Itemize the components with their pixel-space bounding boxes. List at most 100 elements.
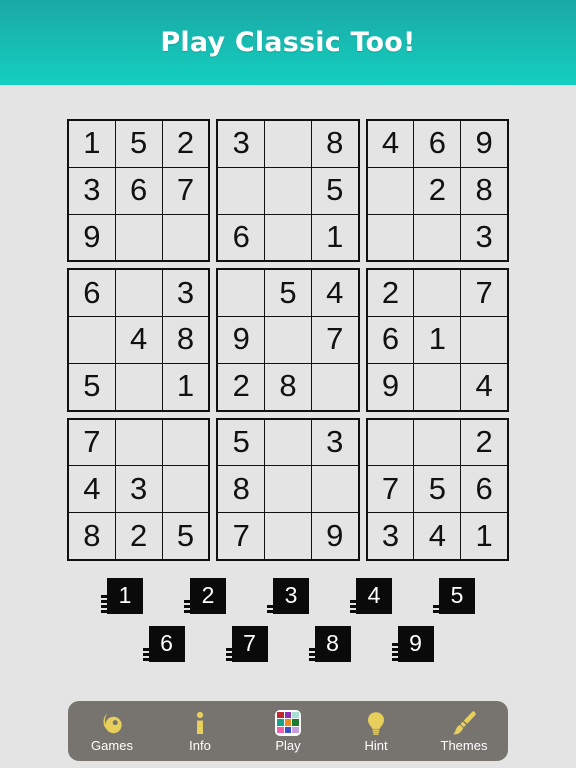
sudoku-cell-r9c9[interactable]: 1 xyxy=(461,513,507,559)
sudoku-cell-r9c8[interactable]: 4 xyxy=(414,513,461,559)
sudoku-cell-r2c5[interactable] xyxy=(265,167,311,214)
sudoku-cell-r9c7[interactable]: 3 xyxy=(367,513,414,559)
sudoku-cell-r4c6[interactable]: 4 xyxy=(311,270,358,317)
sudoku-cell-r4c4[interactable] xyxy=(218,270,265,317)
toolbar-item-play[interactable]: Play xyxy=(244,701,332,761)
sudoku-cell-r7c6[interactable]: 3 xyxy=(311,419,358,466)
sudoku-cell-r6c7[interactable]: 9 xyxy=(367,363,414,410)
sudoku-cell-r7c2[interactable] xyxy=(115,419,162,466)
sudoku-cell-r3c9[interactable]: 3 xyxy=(461,214,507,261)
sudoku-cell-r1c3[interactable]: 2 xyxy=(162,121,209,167)
sudoku-cell-r3c4[interactable]: 6 xyxy=(218,214,265,261)
sudoku-cell-r8c8[interactable]: 5 xyxy=(414,466,461,513)
sudoku-cell-r3c7[interactable] xyxy=(367,214,414,261)
sudoku-cell-r2c8[interactable]: 2 xyxy=(414,167,461,214)
sudoku-cell-r7c8[interactable] xyxy=(414,419,461,466)
sudoku-cell-r9c5[interactable] xyxy=(265,513,311,559)
sudoku-cell-r6c2[interactable] xyxy=(115,363,162,410)
sudoku-cell-r8c2[interactable]: 3 xyxy=(115,466,162,513)
sudoku-cell-r6c8[interactable] xyxy=(414,363,461,410)
number-button-6[interactable]: 6 xyxy=(142,626,185,662)
sudoku-cell-r2c2[interactable]: 6 xyxy=(115,167,162,214)
sudoku-cell-r2c7[interactable] xyxy=(367,167,414,214)
sudoku-cell-r3c2[interactable] xyxy=(115,214,162,261)
sudoku-cell-r3c5[interactable] xyxy=(265,214,311,261)
sudoku-cell-r4c2[interactable] xyxy=(115,270,162,317)
sudoku-cell-r6c5[interactable]: 8 xyxy=(265,363,311,410)
sudoku-cell-r7c7[interactable] xyxy=(367,419,414,466)
sudoku-cell-r2c4[interactable] xyxy=(218,167,265,214)
sudoku-board[interactable]: 1523679385614692836348515497282761947438… xyxy=(67,119,509,561)
toolbar-item-games[interactable]: Games xyxy=(68,701,156,761)
sudoku-cell-r6c3[interactable]: 1 xyxy=(162,363,209,410)
sudoku-cell-r1c5[interactable] xyxy=(265,121,311,167)
sudoku-cell-r4c1[interactable]: 6 xyxy=(69,270,115,317)
sudoku-cell-r5c8[interactable]: 1 xyxy=(414,317,461,363)
number-button-9[interactable]: 9 xyxy=(391,626,434,662)
sudoku-cell-r7c9[interactable]: 2 xyxy=(461,419,507,466)
sudoku-cell-r6c4[interactable]: 2 xyxy=(218,363,265,410)
sudoku-cell-r4c5[interactable]: 5 xyxy=(265,270,311,317)
sudoku-cell-r1c7[interactable]: 4 xyxy=(367,121,414,167)
sudoku-cell-r4c9[interactable]: 7 xyxy=(461,270,507,317)
sudoku-cell-r7c3[interactable] xyxy=(162,419,209,466)
sudoku-cell-r1c9[interactable]: 9 xyxy=(461,121,507,167)
sudoku-cell-r6c1[interactable]: 5 xyxy=(69,363,115,410)
sudoku-cell-r2c6[interactable]: 5 xyxy=(311,167,358,214)
number-button-label: 7 xyxy=(243,629,256,656)
sudoku-cell-r9c3[interactable]: 5 xyxy=(162,513,209,559)
toolbar-item-info[interactable]: Info xyxy=(156,701,244,761)
sudoku-cell-r4c3[interactable]: 3 xyxy=(162,270,209,317)
sudoku-cell-r1c1[interactable]: 1 xyxy=(69,121,115,167)
sudoku-cell-r3c1[interactable]: 9 xyxy=(69,214,115,261)
sudoku-cell-r9c2[interactable]: 2 xyxy=(115,513,162,559)
block-top-right: 469283 xyxy=(365,119,509,263)
sudoku-cell-r8c4[interactable]: 8 xyxy=(218,466,265,513)
sudoku-cell-r5c1[interactable] xyxy=(69,317,115,363)
sudoku-cell-r5c2[interactable]: 4 xyxy=(115,317,162,363)
sudoku-cell-r7c4[interactable]: 5 xyxy=(218,419,265,466)
sudoku-cell-r2c9[interactable]: 8 xyxy=(461,167,507,214)
sudoku-cell-r1c4[interactable]: 3 xyxy=(218,121,265,167)
sudoku-cell-r4c7[interactable]: 2 xyxy=(367,270,414,317)
sudoku-cell-r7c1[interactable]: 7 xyxy=(69,419,115,466)
sudoku-cell-r5c9[interactable] xyxy=(461,317,507,363)
sudoku-cell-r5c4[interactable]: 9 xyxy=(218,317,265,363)
sudoku-cell-r1c6[interactable]: 8 xyxy=(311,121,358,167)
sudoku-cell-r1c2[interactable]: 5 xyxy=(115,121,162,167)
sudoku-cell-r9c6[interactable]: 9 xyxy=(311,513,358,559)
sudoku-cell-r8c1[interactable]: 4 xyxy=(69,466,115,513)
number-button-8[interactable]: 8 xyxy=(308,626,351,662)
play-swatch-9 xyxy=(292,726,299,734)
sudoku-cell-r8c9[interactable]: 6 xyxy=(461,466,507,513)
play-color-grid-icon xyxy=(275,709,301,736)
sudoku-cell-r4c8[interactable] xyxy=(414,270,461,317)
number-button-7[interactable]: 7 xyxy=(225,626,268,662)
sudoku-cell-r5c5[interactable] xyxy=(265,317,311,363)
sudoku-cell-r7c5[interactable] xyxy=(265,419,311,466)
sudoku-cell-r8c7[interactable]: 7 xyxy=(367,466,414,513)
number-button-4[interactable]: 4 xyxy=(350,578,392,614)
number-button-3[interactable]: 3 xyxy=(267,578,309,614)
sudoku-cell-r9c1[interactable]: 8 xyxy=(69,513,115,559)
sudoku-cell-r5c7[interactable]: 6 xyxy=(367,317,414,363)
toolbar-item-hint[interactable]: Hint xyxy=(332,701,420,761)
toolbar-item-themes[interactable]: Themes xyxy=(420,701,508,761)
sudoku-cell-r8c5[interactable] xyxy=(265,466,311,513)
sudoku-cell-r5c3[interactable]: 8 xyxy=(162,317,209,363)
sudoku-cell-r3c8[interactable] xyxy=(414,214,461,261)
sudoku-cell-r6c9[interactable]: 4 xyxy=(461,363,507,410)
sudoku-cell-r2c3[interactable]: 7 xyxy=(162,167,209,214)
sudoku-cell-r1c8[interactable]: 6 xyxy=(414,121,461,167)
number-button-2[interactable]: 2 xyxy=(184,578,226,614)
sudoku-cell-r8c3[interactable] xyxy=(162,466,209,513)
sudoku-cell-r8c6[interactable] xyxy=(311,466,358,513)
sudoku-cell-r5c6[interactable]: 7 xyxy=(311,317,358,363)
sudoku-cell-r3c6[interactable]: 1 xyxy=(311,214,358,261)
number-button-1[interactable]: 1 xyxy=(101,578,143,614)
number-button-5[interactable]: 5 xyxy=(433,578,475,614)
sudoku-cell-r3c3[interactable] xyxy=(162,214,209,261)
sudoku-cell-r2c1[interactable]: 3 xyxy=(69,167,115,214)
sudoku-cell-r6c6[interactable] xyxy=(311,363,358,410)
sudoku-cell-r9c4[interactable]: 7 xyxy=(218,513,265,559)
